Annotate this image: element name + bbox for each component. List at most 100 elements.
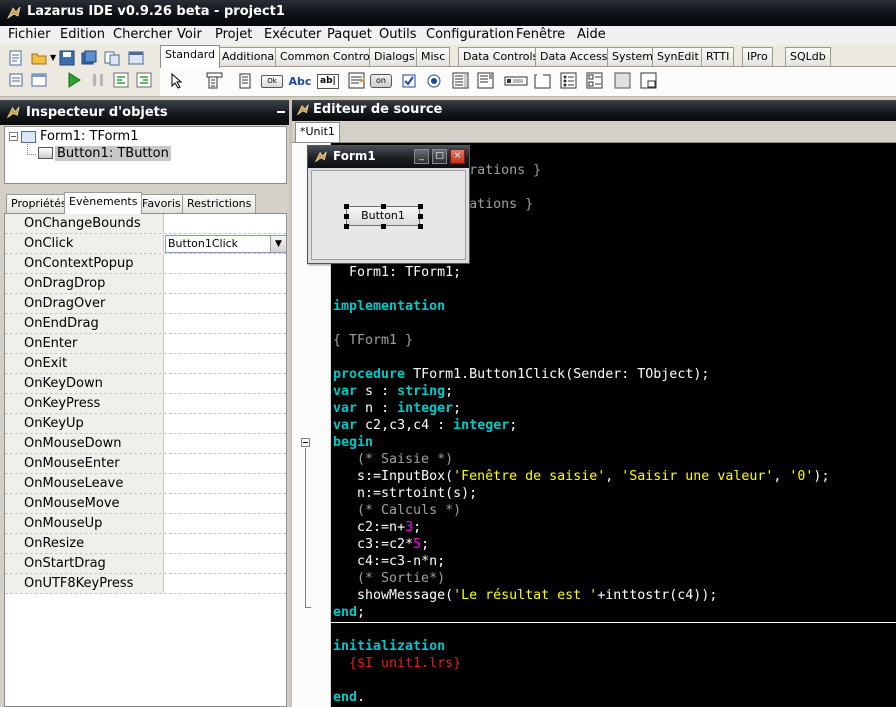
event-row[interactable]: OnClick Button1Click ▼	[5, 234, 286, 254]
menu-configuration[interactable]: Configuration	[426, 27, 514, 42]
menu-aide[interactable]: Aide	[577, 27, 606, 42]
tpopupmenu-icon[interactable]	[235, 70, 257, 92]
tpanel-icon[interactable]	[612, 70, 634, 92]
event-row[interactable]: OnKeyPress	[5, 394, 286, 414]
pause-icon[interactable]	[90, 72, 106, 88]
event-value[interactable]	[165, 314, 286, 333]
palette-tab-system[interactable]: System	[607, 47, 659, 67]
inspector-tab-favoris[interactable]: Favoris	[137, 194, 186, 213]
menu-paquet[interactable]: Paquet	[327, 27, 372, 42]
event-value[interactable]	[165, 214, 286, 233]
fold-toggle-icon[interactable]	[301, 438, 310, 447]
palette-tab-dialogs[interactable]: Dialogs	[369, 47, 420, 67]
event-row[interactable]: OnMouseDown	[5, 434, 286, 454]
palette-tab-standard[interactable]: Standard	[160, 45, 221, 68]
designer-form-titlebar[interactable]: Form1 _ □ ×	[308, 146, 469, 168]
tbutton-icon[interactable]: Ok	[260, 70, 284, 92]
palette-tab-misc[interactable]: Misc	[416, 47, 451, 67]
event-row[interactable]: OnChangeBounds	[5, 214, 286, 234]
event-value[interactable]	[165, 254, 286, 273]
run-icon[interactable]	[66, 72, 82, 88]
tframe-icon[interactable]	[638, 70, 660, 92]
inspector-tab-proprietes[interactable]: Propriétés	[6, 194, 72, 213]
open-dropdown-icon[interactable]: ▼	[50, 53, 56, 62]
event-row[interactable]: OnEndDrag	[5, 314, 286, 334]
event-value[interactable]	[165, 554, 286, 573]
event-row[interactable]: OnMouseLeave	[5, 474, 286, 494]
inspector-tab-restrictions[interactable]: Restrictions	[182, 194, 257, 213]
ttogglebox-icon[interactable]: on	[369, 70, 393, 92]
tmemo-icon[interactable]	[346, 70, 368, 92]
tree-item-button1[interactable]: Button1: TButton	[55, 146, 171, 161]
event-row[interactable]: OnMouseEnter	[5, 454, 286, 474]
event-value[interactable]	[165, 334, 286, 353]
menu-outils[interactable]: Outils	[379, 27, 417, 42]
event-value[interactable]	[165, 294, 286, 313]
step-into-icon[interactable]	[113, 72, 129, 88]
palette-tab-rtti[interactable]: RTTI	[701, 47, 735, 67]
event-value[interactable]	[165, 514, 286, 533]
palette-tab-data-controls[interactable]: Data Controls	[458, 47, 544, 67]
grab-handle[interactable]	[381, 224, 386, 229]
open-file-icon[interactable]	[31, 50, 47, 66]
tmainmenu-icon[interactable]	[204, 70, 226, 92]
palette-tab-sqldb[interactable]: SQLdb	[785, 47, 831, 67]
tlabel-icon[interactable]: Abc	[288, 70, 312, 92]
view-forms-icon[interactable]	[128, 50, 144, 66]
menu-executer[interactable]: Exécuter	[264, 27, 321, 42]
inspector-tab-evenements[interactable]: Evènements	[64, 192, 143, 214]
event-row[interactable]: OnMouseMove	[5, 494, 286, 514]
event-row[interactable]: OnDragDrop	[5, 274, 286, 294]
event-row[interactable]: OnDragOver	[5, 294, 286, 314]
designer-button1[interactable]: Button1	[346, 206, 420, 226]
palette-tab-ipro[interactable]: IPro	[742, 47, 773, 67]
event-value[interactable]	[165, 434, 286, 453]
event-row[interactable]: OnEnter	[5, 334, 286, 354]
event-value[interactable]	[165, 414, 286, 433]
event-row[interactable]: OnUTF8KeyPress	[5, 574, 286, 594]
step-over-icon[interactable]	[136, 72, 152, 88]
toggle-form-unit-icon[interactable]	[104, 50, 120, 66]
tradiobutton-icon[interactable]	[423, 70, 445, 92]
view-units-icon[interactable]	[8, 72, 24, 88]
palette-tab-synedit[interactable]: SynEdit	[652, 47, 704, 67]
designer-form[interactable]: Form1 _ □ × Button1	[307, 145, 470, 264]
event-value[interactable]	[165, 354, 286, 373]
maximize-button[interactable]: □	[432, 149, 447, 164]
new-unit-icon[interactable]	[8, 50, 24, 66]
menu-fichier[interactable]: Fichier	[8, 27, 51, 42]
grab-handle[interactable]	[344, 204, 349, 209]
grab-handle[interactable]	[418, 214, 423, 219]
editor-tab-unit1[interactable]: *Unit1	[295, 122, 340, 142]
tcheckbox-icon[interactable]	[398, 70, 420, 92]
tree-item-form1[interactable]: Form1: TForm1	[40, 129, 139, 144]
designer-form-client[interactable]: Button1	[311, 170, 466, 260]
menu-edition[interactable]: Edition	[60, 27, 105, 42]
tree-collapse-icon[interactable]: −	[9, 132, 18, 141]
menu-projet[interactable]: Projet	[215, 27, 252, 42]
event-row[interactable]: OnStartDrag	[5, 554, 286, 574]
event-value[interactable]: Button1Click ▼	[165, 234, 286, 253]
grab-handle[interactable]	[418, 224, 423, 229]
grab-handle[interactable]	[344, 224, 349, 229]
save-icon[interactable]	[59, 50, 75, 66]
event-value[interactable]	[165, 394, 286, 413]
palette-tab-common-controls[interactable]: Common Controls	[275, 47, 384, 67]
menu-chercher[interactable]: Chercher	[113, 27, 172, 42]
menu-voir[interactable]: Voir	[177, 27, 202, 42]
event-row[interactable]: OnKeyUp	[5, 414, 286, 434]
palette-tab-data-access[interactable]: Data Access	[535, 47, 613, 67]
event-value[interactable]	[165, 474, 286, 493]
palette-tab-additional[interactable]: Additional	[217, 47, 283, 67]
event-handler-combo[interactable]: Button1Click ▼	[165, 235, 286, 253]
grab-handle[interactable]	[344, 214, 349, 219]
event-value[interactable]	[165, 374, 286, 393]
tedit-icon[interactable]: ab|	[316, 70, 340, 92]
save-all-icon[interactable]	[81, 50, 97, 66]
new-form-icon[interactable]	[31, 72, 47, 88]
tradiogroup-icon[interactable]	[558, 70, 580, 92]
event-row[interactable]: OnResize	[5, 534, 286, 554]
event-row[interactable]: OnExit	[5, 354, 286, 374]
grab-handle[interactable]	[418, 204, 423, 209]
tscrollbar-icon[interactable]	[503, 70, 529, 92]
